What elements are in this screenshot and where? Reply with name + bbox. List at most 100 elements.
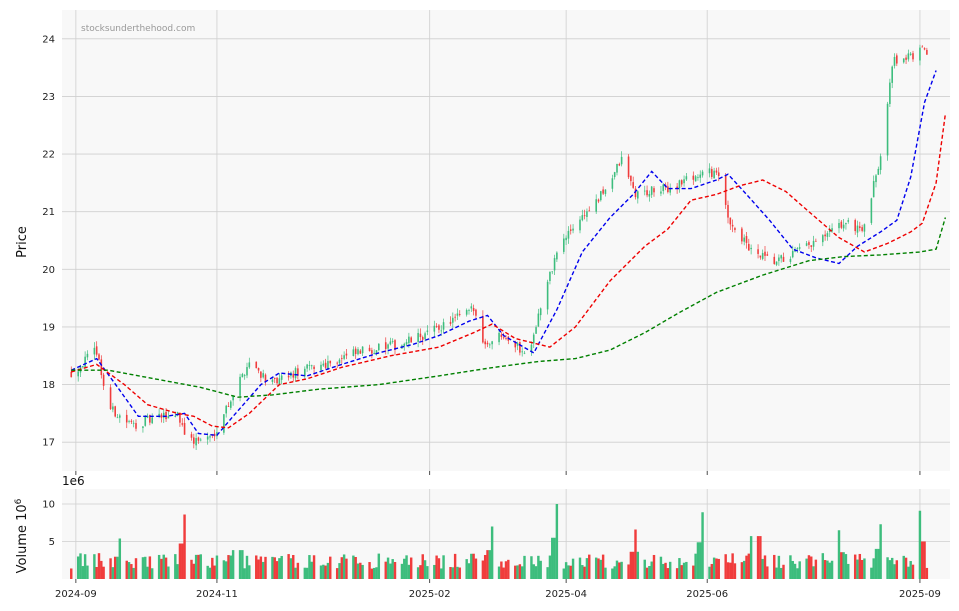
candle-up bbox=[697, 177, 699, 179]
volume-bar bbox=[181, 543, 184, 579]
volume-bar bbox=[296, 562, 300, 579]
volume-bar bbox=[842, 552, 845, 579]
candle-up bbox=[919, 47, 921, 61]
candle-down bbox=[179, 413, 181, 423]
candle-up bbox=[872, 181, 875, 198]
volume-bar bbox=[569, 565, 572, 579]
candle-up bbox=[660, 191, 662, 194]
volume-bar bbox=[391, 559, 394, 579]
candle-up bbox=[405, 342, 408, 345]
volume-axis-label-text: Volume 10 bbox=[15, 504, 30, 573]
volume-bar bbox=[828, 562, 831, 579]
candle-up bbox=[489, 344, 491, 346]
candle-up bbox=[223, 414, 225, 433]
volume-bar bbox=[386, 557, 390, 579]
volume-bar bbox=[372, 567, 376, 579]
volume-bar bbox=[224, 561, 228, 579]
candle-up bbox=[199, 439, 202, 441]
candle-up bbox=[408, 336, 410, 344]
candle-up bbox=[537, 313, 540, 327]
volume-bar bbox=[532, 564, 535, 579]
candle-down bbox=[926, 49, 928, 55]
volume-bar bbox=[856, 559, 859, 579]
volume-bar bbox=[238, 550, 242, 579]
candle-up bbox=[357, 349, 359, 355]
stock-chart: 1718192021222324 stocksunderthehood.com … bbox=[0, 0, 959, 611]
volume-bar bbox=[620, 561, 623, 579]
volume-bar bbox=[782, 564, 785, 579]
volume-bar bbox=[652, 554, 656, 579]
volume-bar bbox=[648, 566, 651, 579]
volume-bar bbox=[287, 554, 290, 579]
volume-bar bbox=[583, 566, 586, 579]
candle-down bbox=[741, 228, 743, 242]
volume-bar bbox=[405, 555, 408, 579]
candle-down bbox=[95, 346, 98, 355]
volume-bar bbox=[342, 554, 346, 579]
volume-bar bbox=[227, 555, 230, 579]
candle-up bbox=[875, 175, 877, 183]
volume-bar bbox=[340, 557, 344, 579]
volume-bar bbox=[504, 561, 508, 579]
candle-up bbox=[893, 56, 896, 66]
volume-bar bbox=[255, 555, 258, 579]
volume-bar bbox=[488, 550, 492, 579]
volume-bar bbox=[779, 567, 783, 579]
candle-down bbox=[102, 374, 105, 386]
volume-bar bbox=[886, 557, 889, 579]
candle-up bbox=[701, 171, 704, 176]
volume-bar bbox=[909, 561, 912, 579]
volume-bar bbox=[791, 560, 794, 579]
volume-bar bbox=[904, 557, 908, 579]
candle-up bbox=[320, 364, 322, 371]
candle-up bbox=[581, 215, 584, 221]
candle-up bbox=[310, 365, 313, 367]
candle-up bbox=[144, 416, 147, 426]
candle-up bbox=[306, 364, 308, 369]
candle-down bbox=[484, 341, 486, 345]
volume-bar bbox=[814, 559, 818, 579]
candle-down bbox=[419, 333, 422, 338]
volume-bar bbox=[111, 567, 115, 579]
volume-bar bbox=[257, 559, 260, 579]
candle-down bbox=[815, 240, 817, 242]
volume-bar bbox=[678, 558, 681, 579]
candle-up bbox=[491, 341, 493, 345]
candle-up bbox=[230, 401, 232, 408]
candle-up bbox=[142, 426, 144, 429]
volume-bar bbox=[520, 566, 524, 579]
candle-up bbox=[535, 327, 537, 334]
candle-down bbox=[197, 437, 200, 441]
volume-bar bbox=[911, 564, 915, 579]
candle-up bbox=[361, 346, 364, 354]
candle-down bbox=[759, 255, 762, 258]
volume-bar bbox=[759, 536, 762, 579]
volume-bar bbox=[440, 568, 443, 579]
volume-bar bbox=[789, 555, 792, 579]
volume-panel: 5 10 1e6 Volume 106 bbox=[14, 474, 950, 579]
volume-bar bbox=[400, 563, 404, 579]
candle-up bbox=[523, 352, 526, 354]
candle-down bbox=[160, 414, 163, 418]
candle-up bbox=[84, 356, 86, 368]
candle-up bbox=[572, 228, 574, 231]
candle-down bbox=[181, 423, 184, 425]
volume-bar bbox=[433, 564, 436, 579]
volume-bar bbox=[872, 558, 875, 579]
candle-up bbox=[778, 257, 780, 262]
candle-up bbox=[417, 332, 419, 342]
volume-bar bbox=[548, 555, 552, 579]
volume-bar bbox=[888, 560, 892, 579]
volume-bar bbox=[662, 563, 665, 579]
candle-up bbox=[239, 376, 241, 396]
candle-up bbox=[262, 373, 264, 378]
volume-bar bbox=[208, 567, 212, 579]
candle-up bbox=[579, 219, 581, 231]
volume-bar bbox=[132, 567, 135, 579]
volume-bar bbox=[144, 556, 147, 579]
volume-bar bbox=[456, 566, 459, 579]
volume-bar bbox=[853, 554, 857, 579]
candle-up bbox=[798, 247, 801, 249]
volume-bar bbox=[701, 512, 704, 579]
volume-bar bbox=[100, 560, 103, 579]
